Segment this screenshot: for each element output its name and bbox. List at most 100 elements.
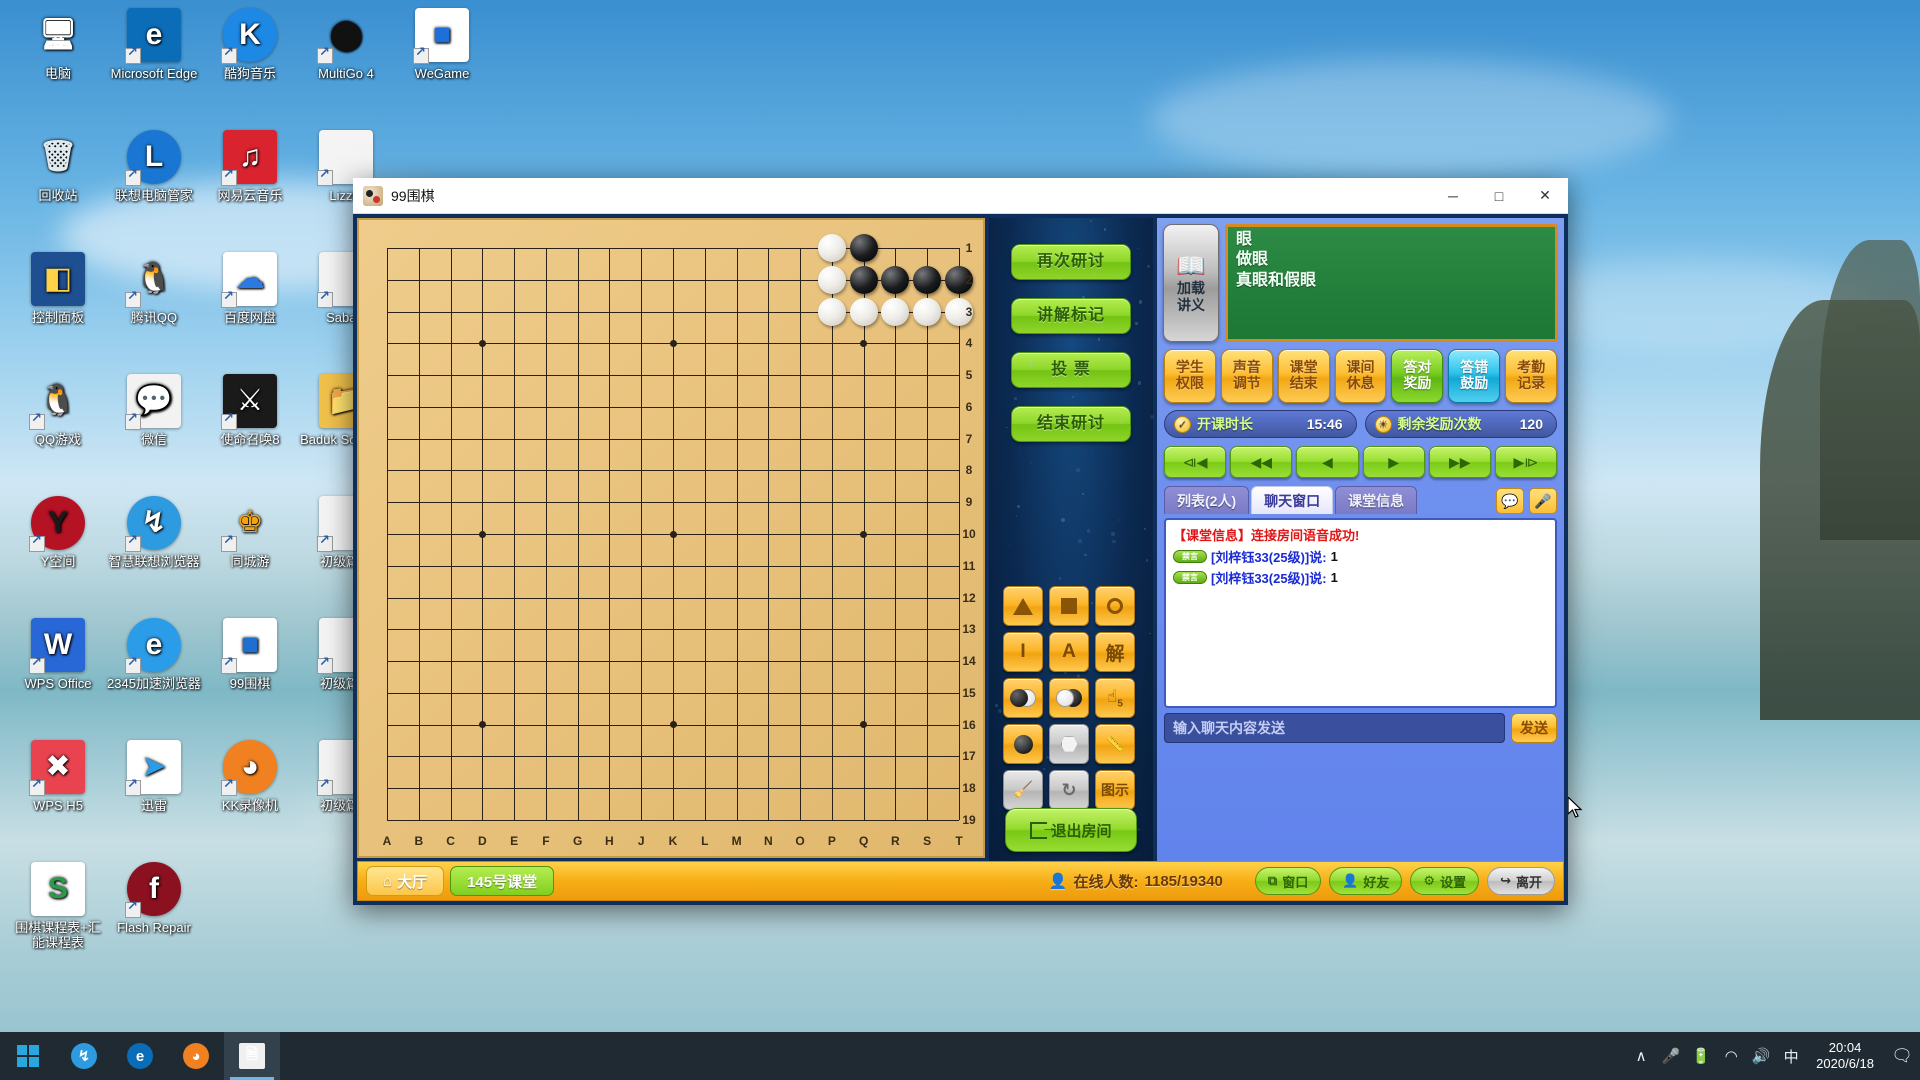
tool-hand-number[interactable]: ☝5 <box>1095 678 1135 718</box>
chevron-up-icon[interactable]: ∧ <box>1626 1047 1656 1065</box>
load-lecture-button[interactable]: 📖 加载 讲义 <box>1163 224 1219 342</box>
sound-adjust-button[interactable]: 声音 调节 <box>1221 349 1273 403</box>
go-stone-white[interactable] <box>913 298 941 326</box>
chat-bubble-icon[interactable]: 💬 <box>1496 488 1524 514</box>
tool-square[interactable] <box>1049 586 1089 626</box>
lobby-tab[interactable]: ⌂ 大厅 <box>366 866 444 896</box>
nav-forward-button[interactable]: ▶ <box>1363 446 1425 478</box>
mute-badge[interactable]: 禁言 <box>1173 550 1207 563</box>
desktop-icon-wegame[interactable]: ■ WeGame <box>394 8 490 82</box>
go-stone-black[interactable] <box>850 266 878 294</box>
leave-button[interactable]: ↪ 离开 <box>1487 867 1555 895</box>
desktop-icon-flash-repair[interactable]: f Flash Repair <box>106 862 202 936</box>
tool-legend[interactable]: 图示 <box>1095 770 1135 810</box>
clock[interactable]: 20:04 2020/6/18 <box>1806 1040 1884 1073</box>
tool-triangle[interactable] <box>1003 586 1043 626</box>
classroom-tab[interactable]: 145号课堂 <box>450 866 554 896</box>
window-button[interactable]: ⧉ 窗口 <box>1255 867 1321 895</box>
settings-button[interactable]: ⚙ 设置 <box>1410 867 1479 895</box>
desktop-icon-lenovo-browser[interactable]: ↯ 智慧联想浏览器 <box>106 496 202 570</box>
tab-chat[interactable]: 聊天窗口 <box>1251 486 1333 514</box>
tool-line[interactable]: I <box>1003 632 1043 672</box>
desktop-icon-99weiqi[interactable]: ■ 99围棋 <box>202 618 298 692</box>
attendance-record-button[interactable]: 考勤 记录 <box>1505 349 1557 403</box>
tab-list[interactable]: 列表(2人) <box>1164 486 1249 514</box>
nav-fast-forward-button[interactable]: ▶▶ <box>1429 446 1491 478</box>
class-end-button[interactable]: 课堂 结束 <box>1278 349 1330 403</box>
window-titlebar[interactable]: 99围棋 ─ □ ✕ <box>353 178 1568 214</box>
maximize-button[interactable]: □ <box>1476 178 1522 214</box>
end-study-button[interactable]: 结束研讨 <box>1011 406 1131 442</box>
go-stone-white[interactable] <box>818 266 846 294</box>
desktop-icon-wps-h5[interactable]: ✖ WPS H5 <box>10 740 106 814</box>
desktop-icon-computer[interactable]: 🖥 电脑 <box>10 8 106 82</box>
desktop-icon-call-of-duty[interactable]: ⚔ 使命召唤8 <box>202 374 298 448</box>
desktop-icon-kugou[interactable]: K 酷狗音乐 <box>202 8 298 82</box>
send-button[interactable]: 发送 <box>1511 713 1557 743</box>
desktop-icon-browser-2345[interactable]: e 2345加速浏览器 <box>106 618 202 692</box>
taskbar-lenovo-browser[interactable]: ↯ <box>56 1032 112 1080</box>
wifi-icon[interactable]: ◠ <box>1716 1047 1746 1065</box>
desktop-icon-recycle-bin[interactable]: 🗑 回收站 <box>10 130 106 204</box>
battery-icon[interactable]: 🔋 <box>1686 1047 1716 1065</box>
desktop-icon-qq-games[interactable]: 🐧 QQ游戏 <box>10 374 106 448</box>
minimize-button[interactable]: ─ <box>1430 178 1476 214</box>
close-button[interactable]: ✕ <box>1522 178 1568 214</box>
exit-room-button[interactable]: 退出房间 <box>1005 808 1137 852</box>
desktop-icon-qq[interactable]: 🐧 腾讯QQ <box>106 252 202 326</box>
go-board-grid[interactable] <box>387 248 959 820</box>
desktop-icon-thunder[interactable]: ➤ 迅雷 <box>106 740 202 814</box>
go-stone-black[interactable] <box>881 266 909 294</box>
restudy-button[interactable]: 再次研讨 <box>1011 244 1131 280</box>
explain-mark-button[interactable]: 讲解标记 <box>1011 298 1131 334</box>
desktop-icon-lenovo-manager[interactable]: L 联想电脑管家 <box>106 130 202 204</box>
go-stone-white[interactable] <box>881 298 909 326</box>
go-board-panel[interactable]: ABCDEFGHJKLMNOPQRST 1 2 3 4 5 6 7 8 9 10 11 12 13 14 1… <box>357 218 985 858</box>
start-button[interactable] <box>0 1032 56 1080</box>
taskbar-kk-recorder[interactable]: ◕ <box>168 1032 224 1080</box>
desktop-icon-control-panel[interactable]: ◧ 控制面板 <box>10 252 106 326</box>
go-stone-white[interactable] <box>818 298 846 326</box>
chat-log[interactable]: 【课堂信息】连接房间语音成功! 禁言 [刘梓钰33(25级)]说: 1 禁言 [刘梓钰3… <box>1164 518 1557 708</box>
correct-reward-button[interactable]: 答对 奖励 <box>1391 349 1443 403</box>
nav-first-button[interactable]: ⧏◀ <box>1164 446 1226 478</box>
desktop-icon-tongchengyou[interactable]: ♚ 同城游 <box>202 496 298 570</box>
desktop-icon-edge[interactable]: e Microsoft Edge <box>106 8 202 82</box>
tool-black-white-order[interactable] <box>1003 678 1043 718</box>
desktop-icon-baidu-netdisk[interactable]: ☁ 百度网盘 <box>202 252 298 326</box>
desktop-icon-y-space[interactable]: Y Y空间 <box>10 496 106 570</box>
microphone-icon[interactable]: 🎤 <box>1529 488 1557 514</box>
desktop-icon-kk-recorder[interactable]: ◕ KK录像机 <box>202 740 298 814</box>
microphone-icon[interactable]: 🎤 <box>1656 1047 1686 1065</box>
chat-input[interactable] <box>1164 713 1505 743</box>
student-permission-button[interactable]: 学生 权限 <box>1164 349 1216 403</box>
tool-circle[interactable] <box>1095 586 1135 626</box>
taskbar-edge[interactable]: e <box>112 1032 168 1080</box>
tool-black-stone[interactable] <box>1003 724 1043 764</box>
class-break-button[interactable]: 课间 休息 <box>1335 349 1387 403</box>
tool-white-black-order[interactable] <box>1049 678 1089 718</box>
ime-indicator[interactable]: 中 <box>1776 1046 1806 1067</box>
go-stone-black[interactable] <box>913 266 941 294</box>
tool-answer[interactable]: 解 <box>1095 632 1135 672</box>
nav-back-button[interactable]: ◀ <box>1296 446 1358 478</box>
tool-letter[interactable]: A <box>1049 632 1089 672</box>
friends-button[interactable]: 👤 好友 <box>1329 867 1402 895</box>
desktop-icon-wechat[interactable]: 💬 微信 <box>106 374 202 448</box>
vote-button[interactable]: 投 票 <box>1011 352 1131 388</box>
action-center-icon[interactable]: 🗨 <box>1884 1046 1920 1066</box>
wrong-encourage-button[interactable]: 答错 鼓励 <box>1448 349 1500 403</box>
go-stone-white[interactable] <box>818 234 846 262</box>
go-stone-white[interactable] <box>850 298 878 326</box>
nav-fast-back-button[interactable]: ◀◀ <box>1230 446 1292 478</box>
nav-last-button[interactable]: ▶⧐ <box>1495 446 1557 478</box>
mute-badge[interactable]: 禁言 <box>1173 571 1207 584</box>
tool-ruler[interactable]: 📏 <box>1095 724 1135 764</box>
desktop-icon-spreadsheet[interactable]: S 围棋课程表+汇能课程表 <box>10 862 106 951</box>
desktop-icon-netease-music[interactable]: ♫ 网易云音乐 <box>202 130 298 204</box>
taskbar-99weiqi[interactable]: 🗎 <box>224 1032 280 1080</box>
desktop-icon-multigo[interactable]: ⬤ MultiGo 4 <box>298 8 394 82</box>
go-stone-black[interactable] <box>850 234 878 262</box>
volume-icon[interactable]: 🔊 <box>1746 1047 1776 1065</box>
tab-class-info[interactable]: 课堂信息 <box>1335 486 1417 514</box>
